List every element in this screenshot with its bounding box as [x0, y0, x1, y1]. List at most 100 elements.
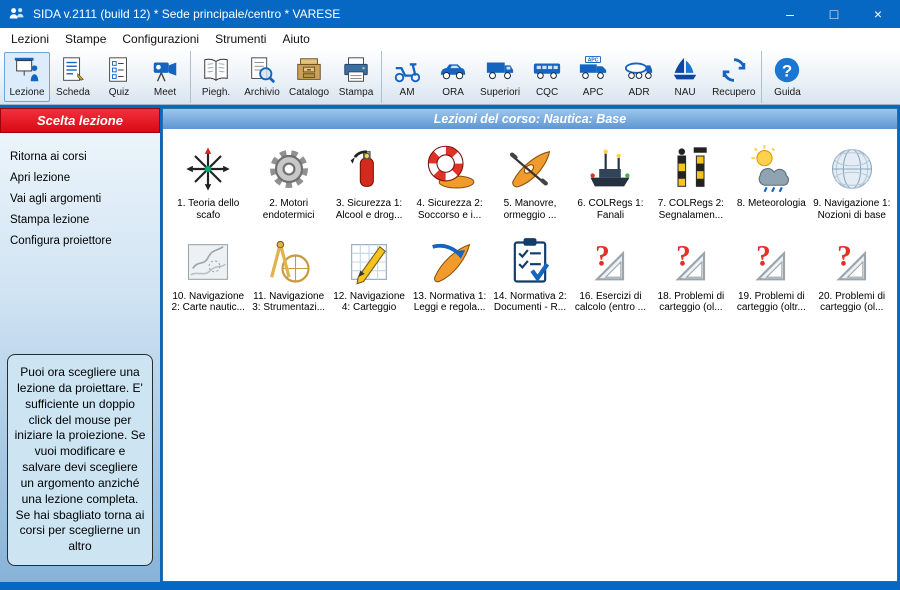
question-ruler-icon: ?	[581, 236, 639, 288]
sidebar-item[interactable]: Apri lezione	[10, 172, 150, 184]
lesson-tile[interactable]: 8. Meteorologia	[732, 143, 810, 222]
printer-icon	[340, 55, 372, 85]
weather-icon	[742, 143, 800, 195]
lesson-label: 3. Sicurezza 1: Alcool e drog...	[330, 198, 408, 222]
toolbar-button[interactable]: AM	[384, 52, 430, 102]
globe-icon	[823, 143, 881, 195]
content-header: Lezioni del corso: Nautica: Base	[163, 109, 897, 129]
sidebar-item[interactable]: Vai agli argomenti	[10, 193, 150, 205]
lesson-label: 19. Problemi di carteggio (oltr...	[732, 291, 810, 315]
truck-icon	[484, 55, 516, 85]
lesson-label: 2. Motori endotermici	[249, 198, 327, 222]
toolbar-group-help: ? Guida	[761, 51, 812, 103]
sidebar-item[interactable]: Ritorna ai corsi	[10, 151, 150, 163]
toolbar-button-label: Recupero	[712, 87, 755, 98]
lesson-tile[interactable]: 4. Sicurezza 2: Soccorso e i...	[410, 143, 488, 222]
toolbar-button[interactable]: Lezione	[4, 52, 50, 102]
lesson-tile[interactable]: ? 18. Problemi di carteggio (ol...	[652, 236, 730, 315]
maximize-button[interactable]: □	[812, 0, 856, 28]
toolbar-button[interactable]: APC APC	[570, 52, 616, 102]
toolbar-button[interactable]: Recupero	[708, 52, 759, 102]
info-box: Puoi ora scegliere una lezione da proiet…	[7, 354, 153, 566]
lesson-label: 11. Navigazione 3: Strumentazi...	[249, 291, 327, 315]
scooter-icon	[391, 55, 423, 85]
lesson-tile[interactable]: 7. COLRegs 2: Segnalamen...	[652, 143, 730, 222]
lesson-label: 9. Navigazione 1: Nozioni di base	[813, 198, 891, 222]
lesson-tile[interactable]: 11. Navigazione 3: Strumentazi...	[249, 236, 327, 315]
sidebar-item[interactable]: Stampa lezione	[10, 214, 150, 226]
menu-item[interactable]: Lezioni	[3, 30, 57, 48]
toolbar-button[interactable]: Scheda	[50, 52, 96, 102]
menu-item[interactable]: Stampe	[57, 30, 114, 48]
toolbar-button-label: Piegh.	[202, 87, 230, 98]
question-ruler-icon: ?	[742, 236, 800, 288]
sidebar-header: Scelta lezione	[0, 108, 160, 133]
toolbar: Lezione Scheda Quiz Meet	[0, 49, 900, 105]
projector-icon	[11, 55, 43, 85]
toolbar-button[interactable]: Archivio	[239, 52, 285, 102]
minimize-button[interactable]: –	[768, 0, 812, 28]
toolbar-button-label: Stampa	[339, 87, 373, 98]
lifebuoy-icon	[421, 143, 479, 195]
lesson-tile[interactable]: 1. Teoria dello scafo	[169, 143, 247, 222]
worksheet-icon	[57, 55, 89, 85]
lesson-tile[interactable]: 6. COLRegs 1: Fanali	[571, 143, 649, 222]
lesson-tile[interactable]: 2. Motori endotermici	[249, 143, 327, 222]
lesson-tile[interactable]: ? 20. Problemi di carteggio (ol...	[813, 236, 891, 315]
sidebar-item[interactable]: Configura proiettore	[10, 235, 150, 247]
toolbar-button-label: Archivio	[244, 87, 280, 98]
book-icon	[200, 55, 232, 85]
checklist-icon	[501, 236, 559, 288]
lesson-tile[interactable]: ? 19. Problemi di carteggio (oltr...	[732, 236, 810, 315]
lesson-label: 7. COLRegs 2: Segnalamen...	[652, 198, 730, 222]
buoys-icon	[662, 143, 720, 195]
toolbar-button[interactable]: Quiz	[96, 52, 142, 102]
lesson-tile[interactable]: 9. Navigazione 1: Nozioni di base	[813, 143, 891, 222]
content-panel: Lezioni del corso: Nautica: Base 1. Teor…	[162, 108, 898, 582]
kayak-arrow-icon	[421, 236, 479, 288]
toolbar-button[interactable]: ORA	[430, 52, 476, 102]
car-icon	[437, 55, 469, 85]
toolbar-button[interactable]: Piegh.	[193, 52, 239, 102]
app-icon	[8, 5, 26, 23]
toolbar-button[interactable]: CQC	[524, 52, 570, 102]
lesson-label: 5. Manovre, ormeggio ...	[491, 198, 569, 222]
toolbar-button[interactable]: Stampa	[333, 52, 379, 102]
svg-text:?: ?	[837, 240, 852, 272]
toolbar-button[interactable]: Superiori	[476, 52, 524, 102]
toolbar-button-label: ADR	[629, 87, 650, 98]
window-title: SIDA v.2111 (build 12) * Sede principale…	[33, 7, 768, 21]
lesson-tile[interactable]: 14. Normativa 2: Documenti - R...	[491, 236, 569, 315]
recycle-icon	[718, 55, 750, 85]
toolbar-button-label: APC	[583, 87, 604, 98]
apc-truck-icon: APC	[577, 55, 609, 85]
lesson-tile[interactable]: 10. Navigazione 2: Carte nautic...	[169, 236, 247, 315]
lesson-grid: 1. Teoria dello scafo 2. Motori endoterm…	[163, 129, 897, 328]
toolbar-button[interactable]: ? Guida	[764, 52, 810, 102]
menu-item[interactable]: Configurazioni	[114, 30, 207, 48]
toolbar-button-label: Guida	[774, 87, 801, 98]
ship-lights-icon	[581, 143, 639, 195]
toolbar-button[interactable]: Catalogo	[285, 52, 333, 102]
toolbar-button-label: NAU	[675, 87, 696, 98]
lesson-tile[interactable]: 5. Manovre, ormeggio ...	[491, 143, 569, 222]
lesson-label: 13. Normativa 1: Leggi e regola...	[410, 291, 488, 315]
lesson-tile[interactable]: ? 16. Esercizi di calcolo (entro ...	[571, 236, 649, 315]
lesson-tile[interactable]: 12. Navigazione 4: Carteggio	[330, 236, 408, 315]
toolbar-button[interactable]: NAU	[662, 52, 708, 102]
meet-icon	[149, 55, 181, 85]
toolbar-button[interactable]: Meet	[142, 52, 188, 102]
tanker-icon	[623, 55, 655, 85]
lesson-label: 14. Normativa 2: Documenti - R...	[491, 291, 569, 315]
close-button[interactable]: ×	[856, 0, 900, 28]
menu-item[interactable]: Strumenti	[207, 30, 274, 48]
help-icon: ?	[771, 55, 803, 85]
main-area: Scelta lezione Ritorna ai corsi Apri lez…	[0, 105, 900, 590]
app-window: SIDA v.2111 (build 12) * Sede principale…	[0, 0, 900, 590]
toolbar-group-print: Piegh. Archivio Catalogo Stampa	[190, 51, 381, 103]
lesson-tile[interactable]: 3. Sicurezza 1: Alcool e drog...	[330, 143, 408, 222]
lesson-tile[interactable]: 13. Normativa 1: Leggi e regola...	[410, 236, 488, 315]
menu-item[interactable]: Aiuto	[274, 30, 317, 48]
lesson-label: 12. Navigazione 4: Carteggio	[330, 291, 408, 315]
toolbar-button[interactable]: ADR	[616, 52, 662, 102]
